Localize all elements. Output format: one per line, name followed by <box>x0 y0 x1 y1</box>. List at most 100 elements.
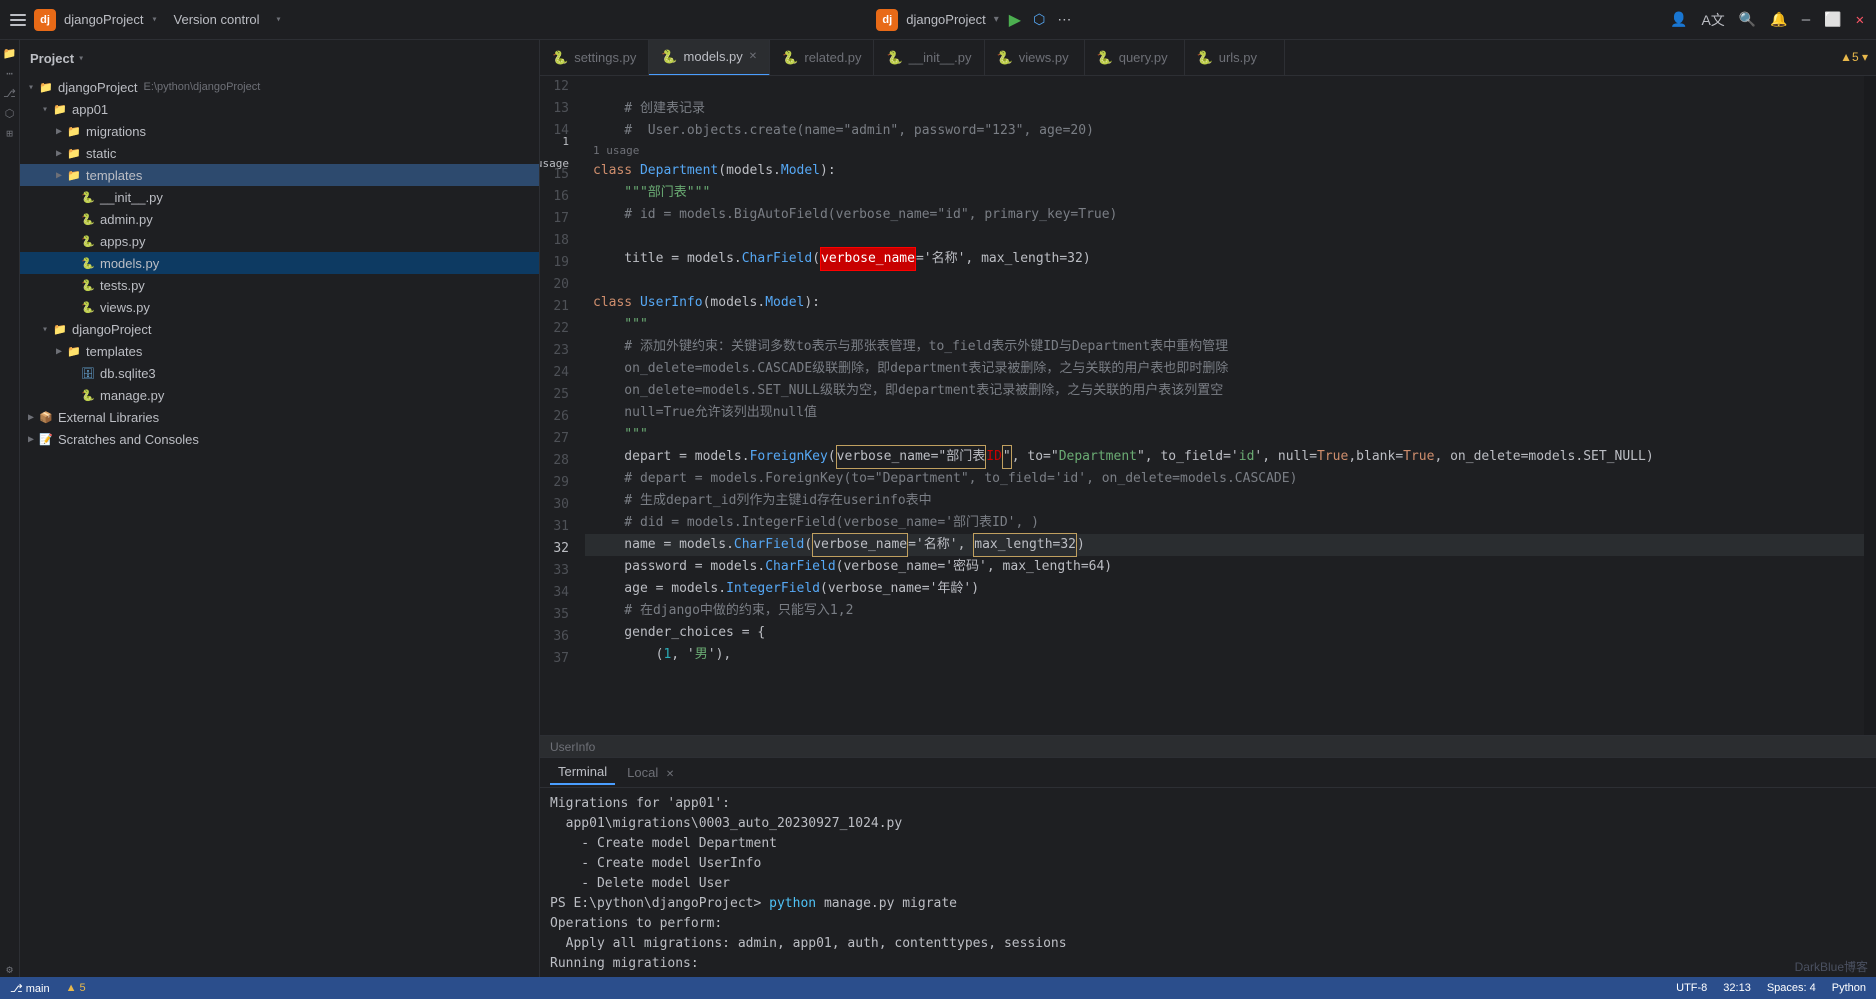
line-numbers: 12 13 14 1 usage 15 16 17 18 19 20 21 22… <box>540 76 585 735</box>
code-line-31: # did = models.IntegerField(verbose_name… <box>585 512 1864 534</box>
tab-more-icon[interactable]: ▲5 ▾ <box>1832 50 1876 65</box>
local-tab-close-icon[interactable]: ✕ <box>666 769 674 780</box>
db-file-icon: 🗄 <box>80 365 96 381</box>
titlebar-left: dj djangoProject ▾ Version control ▾ <box>10 9 282 31</box>
hamburger-menu-icon[interactable] <box>10 14 26 26</box>
notifications-icon[interactable]: 🔔 <box>1768 10 1789 30</box>
tree-item-migrations[interactable]: ▶ 📁 migrations <box>20 120 539 142</box>
activity-debug-icon[interactable]: ⬡ <box>2 105 18 121</box>
python-tab-icon: 🐍 <box>552 50 568 66</box>
project-name-label: djangoProject <box>64 12 144 27</box>
status-git-branch[interactable]: ⎇ main <box>10 982 50 995</box>
status-warnings[interactable]: ▲ 5 <box>66 982 86 994</box>
tree-item-views-app01[interactable]: 🐍 views.py <box>20 296 539 318</box>
code-line-20 <box>585 270 1864 292</box>
terminal-line-4: - Create model UserInfo <box>550 854 1866 874</box>
terminal-content[interactable]: Migrations for 'app01': app01\migrations… <box>540 788 1876 977</box>
code-line-37: (1, '男'), <box>585 644 1864 666</box>
code-line-17: # id = models.BigAutoField(verbose_name=… <box>585 204 1864 226</box>
tree-item-apps[interactable]: 🐍 apps.py <box>20 230 539 252</box>
center-dropdown-icon[interactable]: ▾ <box>994 14 999 25</box>
tab-settings[interactable]: 🐍 settings.py <box>540 40 649 76</box>
code-line-27: """ <box>585 424 1864 446</box>
activity-search-icon[interactable]: ⋯ <box>2 65 18 81</box>
scratches-icon: 📝 <box>38 431 54 447</box>
tree-item-label: app01 <box>72 102 108 117</box>
tree-item-static[interactable]: ▶ 📁 static <box>20 142 539 164</box>
editor-breadcrumb: UserInfo <box>540 735 1876 757</box>
tree-item-label: Scratches and Consoles <box>58 432 199 447</box>
bottom-tab-terminal[interactable]: Terminal <box>550 760 615 785</box>
tab-bar: 🐍 settings.py 🐍 models.py ✕ 🐍 related.py… <box>540 40 1876 76</box>
tree-item-templates-django[interactable]: ▶ 📁 templates <box>20 340 539 362</box>
tree-item-app01[interactable]: ▾ 📁 app01 <box>20 98 539 120</box>
status-bar: ⎇ main ▲ 5 UTF-8 32:13 Spaces: 4 Python <box>0 977 1876 999</box>
code-content[interactable]: # 创建表记录 # User.objects.create(name="admi… <box>585 76 1864 735</box>
chevron-right-icon: ▶ <box>52 170 66 181</box>
editor-minimap[interactable] <box>1864 76 1876 735</box>
python-file-icon: 🐍 <box>80 189 96 205</box>
tab-views[interactable]: 🐍 views.py <box>985 40 1085 76</box>
run-icon[interactable]: ▶ <box>1007 8 1023 32</box>
panel-header: Project ▾ <box>20 40 539 76</box>
python-file-icon: 🐍 <box>80 277 96 293</box>
tree-item-templates-app01[interactable]: ▶ 📁 templates <box>20 164 539 186</box>
tree-item-label: models.py <box>100 256 159 271</box>
activity-settings-icon[interactable]: ⚙ <box>2 961 18 977</box>
code-line-29: # depart = models.ForeignKey(to="Departm… <box>585 468 1864 490</box>
tab-models[interactable]: 🐍 models.py ✕ <box>649 40 770 76</box>
terminal-line-8: Apply all migrations: admin, app01, auth… <box>550 934 1866 954</box>
terminal-tab-label: Terminal <box>558 764 607 779</box>
debug-icon[interactable]: ⬡ <box>1031 9 1047 30</box>
tab-close-icon[interactable]: ✕ <box>749 51 757 62</box>
tree-item-label: djangoProject <box>72 322 152 337</box>
tree-item-djangoproject-folder[interactable]: ▾ 📁 djangoProject <box>20 318 539 340</box>
tree-item-db-sqlite3[interactable]: 🗄 db.sqlite3 <box>20 362 539 384</box>
code-line-24: on_delete=models.CASCADE级联删除，即department… <box>585 358 1864 380</box>
breadcrumb-label: UserInfo <box>550 740 595 754</box>
activity-git-icon[interactable]: ⎇ <box>2 85 18 101</box>
bottom-tab-local[interactable]: Local ✕ <box>619 761 682 784</box>
panel-chevron-icon[interactable]: ▾ <box>78 53 84 64</box>
tree-item-admin[interactable]: 🐍 admin.py <box>20 208 539 230</box>
python-tab-icon: 🐍 <box>886 50 902 66</box>
activity-extensions-icon[interactable]: ⊞ <box>2 125 18 141</box>
code-editor[interactable]: 12 13 14 1 usage 15 16 17 18 19 20 21 22… <box>540 76 1876 735</box>
tab-related[interactable]: 🐍 related.py <box>770 40 874 76</box>
editor-area: 🐍 settings.py 🐍 models.py ✕ 🐍 related.py… <box>540 40 1876 977</box>
maximize-button[interactable]: ⬜ <box>1822 10 1843 30</box>
code-line-12 <box>585 76 1864 98</box>
tree-item-tests[interactable]: 🐍 tests.py <box>20 274 539 296</box>
translate-icon[interactable]: A文 <box>1699 8 1726 32</box>
version-control-button[interactable]: Version control <box>166 10 268 29</box>
code-line-33: password = models.CharField(verbose_name… <box>585 556 1864 578</box>
tree-item-scratches[interactable]: ▶ 📝 Scratches and Consoles <box>20 428 539 450</box>
user-icon[interactable]: 👤 <box>1668 10 1689 30</box>
tree-item-path: E:\python\djangoProject <box>144 81 261 93</box>
folder-icon: 📁 <box>52 321 68 337</box>
tree-item-label: db.sqlite3 <box>100 366 156 381</box>
tree-item-root[interactable]: ▾ 📁 djangoProject E:\python\djangoProjec… <box>20 76 539 98</box>
terminal-line-5: - Delete model User <box>550 874 1866 894</box>
tab-urls[interactable]: 🐍 urls.py <box>1185 40 1285 76</box>
chevron-right-icon: ▶ <box>24 434 38 445</box>
tree-item-manage[interactable]: 🐍 manage.py <box>20 384 539 406</box>
project-dropdown-icon[interactable]: ▾ <box>152 14 158 25</box>
tab-query[interactable]: 🐍 query.py <box>1085 40 1185 76</box>
minimize-button[interactable]: — <box>1800 10 1812 30</box>
activity-folder-icon[interactable]: 📁 <box>2 45 18 61</box>
folder-icon: 📁 <box>52 101 68 117</box>
tree-item-external-libs[interactable]: ▶ 📦 External Libraries <box>20 406 539 428</box>
tab-init[interactable]: 🐍 __init__.py <box>874 40 984 76</box>
chevron-right-icon: ▶ <box>24 412 38 423</box>
tree-item-models[interactable]: 🐍 models.py <box>20 252 539 274</box>
tab-label: settings.py <box>574 50 636 65</box>
terminal-line-6: PS E:\python\djangoProject> python manag… <box>550 894 1866 914</box>
python-tab-icon: 🐍 <box>782 50 798 66</box>
tree-item-init-app01[interactable]: 🐍 __init__.py <box>20 186 539 208</box>
code-line-36: gender_choices = { <box>585 622 1864 644</box>
project-logo: dj <box>34 9 56 31</box>
more-options-icon[interactable]: ⋯ <box>1055 9 1073 30</box>
close-button[interactable]: ✕ <box>1854 10 1866 30</box>
search-icon[interactable]: 🔍 <box>1737 10 1758 30</box>
